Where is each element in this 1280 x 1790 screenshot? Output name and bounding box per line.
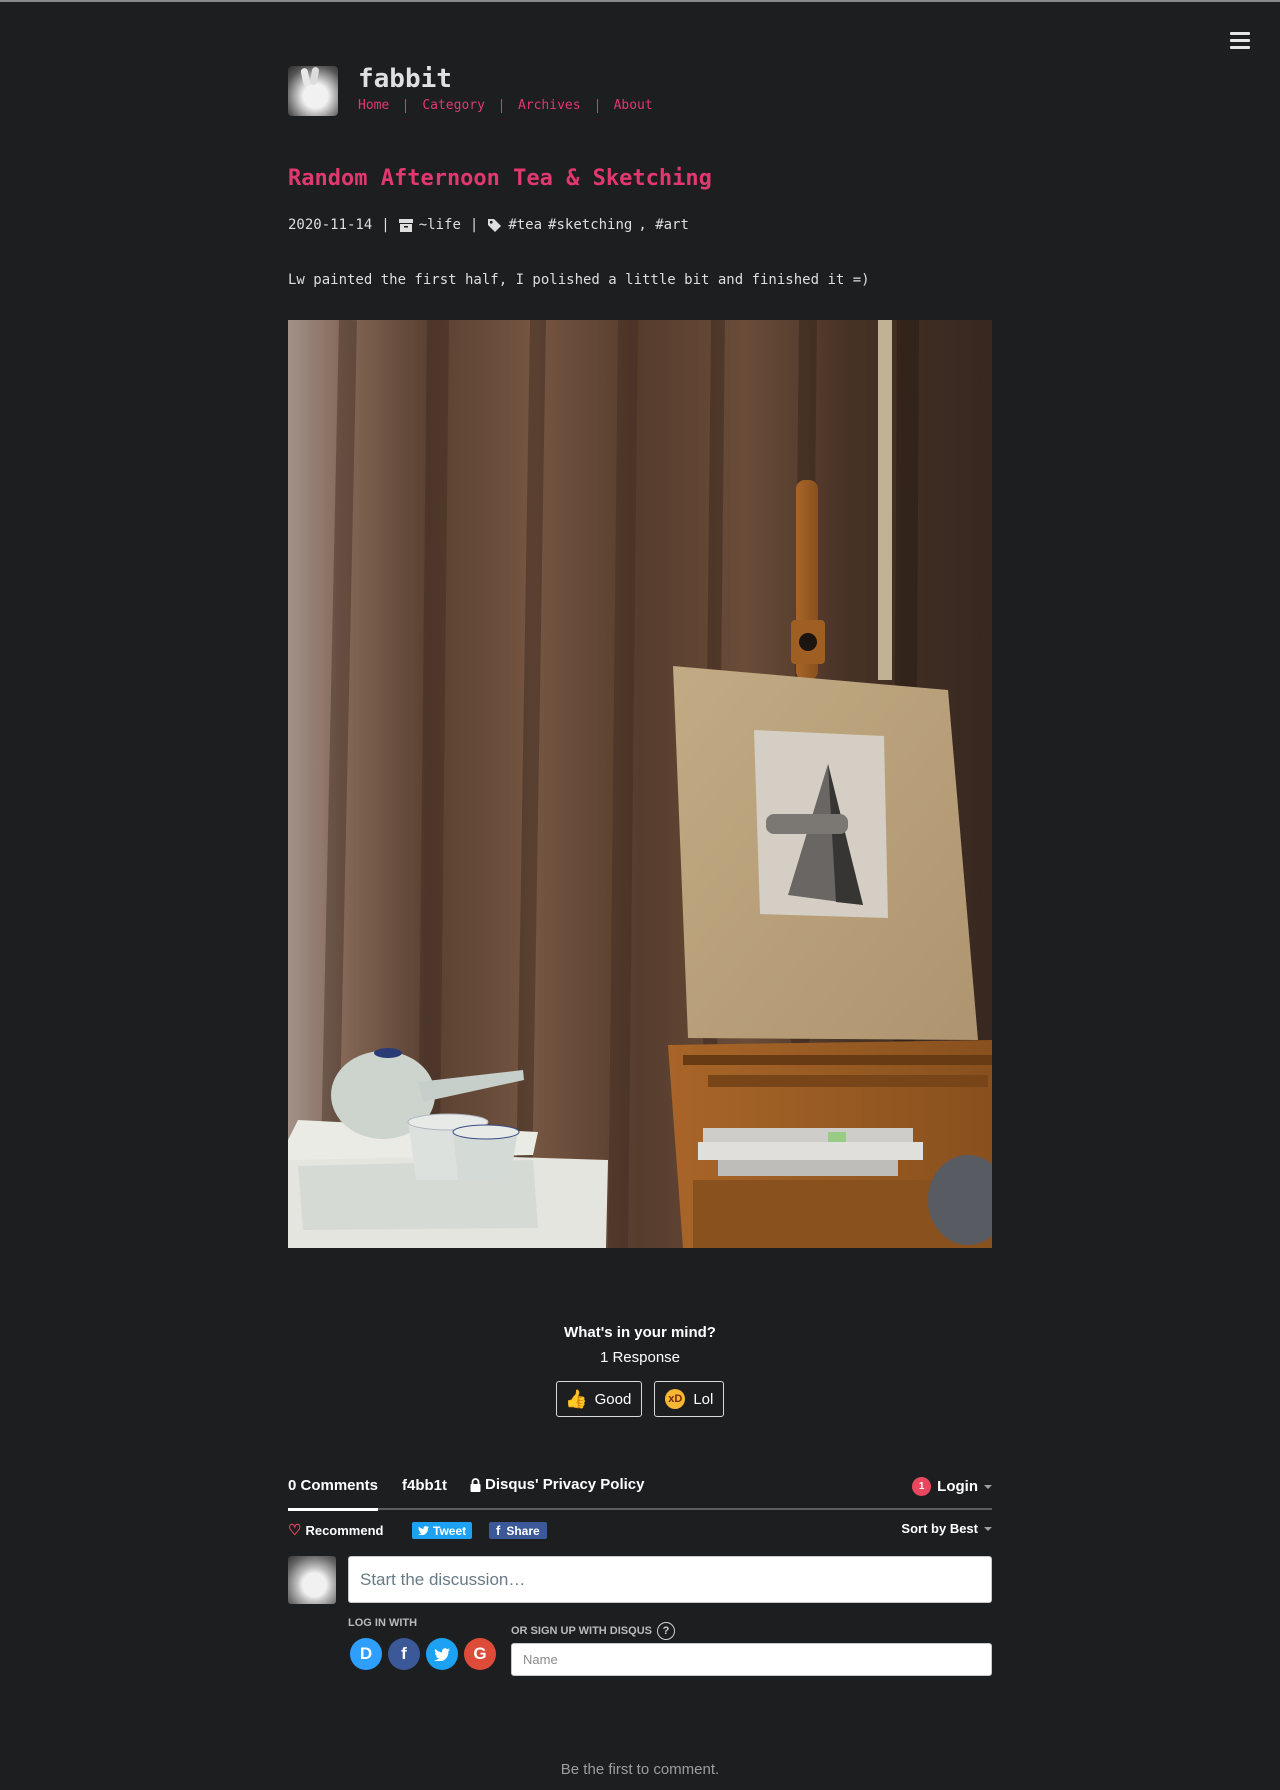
privacy-policy-link[interactable]: Disqus' Privacy Policy [470, 1476, 644, 1493]
twitter-icon[interactable] [426, 1638, 458, 1670]
reaction-label: Lol [693, 1390, 714, 1408]
main-nav: Home Category Archives About [358, 99, 669, 113]
name-field[interactable]: Name [511, 1643, 992, 1676]
tag-link[interactable]: #sketching [548, 217, 632, 233]
reaction-lol-button[interactable]: xD Lol [654, 1381, 725, 1417]
login-label: Login [937, 1478, 978, 1495]
tag-link[interactable]: , #art [638, 217, 689, 233]
reactions-count: 1 Response [599, 1349, 681, 1366]
reactions-title: What's in your mind? [564, 1324, 716, 1341]
privacy-policy-label: Disqus' Privacy Policy [485, 1476, 645, 1493]
empty-comments-message: Be the first to comment. [560, 1761, 720, 1778]
comments-tab-bar: 0 Comments f4bb1t Disqus' Privacy Policy… [288, 1472, 992, 1511]
tab-community[interactable]: f4bb1t [402, 1477, 447, 1494]
tweet-label: Tweet [433, 1523, 467, 1538]
laughing-face-icon: xD [665, 1389, 686, 1409]
comments-actions: ♡ Recommend Tweet f Share Sort by Best [288, 1510, 992, 1554]
disqus-icon[interactable]: D [350, 1638, 382, 1670]
comment-composer: Start the discussion… LOG IN WITH D f G … [288, 1554, 992, 1744]
meta-separator: | [381, 217, 390, 233]
signup-with-disqus-label: OR SIGN UP WITH DISQUS ? [511, 1622, 675, 1640]
user-avatar [288, 1556, 336, 1604]
heart-icon: ♡ [288, 1522, 302, 1539]
facebook-icon[interactable]: f [388, 1638, 420, 1670]
archive-box-icon [398, 218, 413, 232]
share-label: Share [506, 1523, 540, 1538]
post-date: 2020-11-14 [288, 217, 373, 233]
reaction-buttons: 👍 Good xD Lol [288, 1381, 992, 1417]
nav-about[interactable]: About [596, 99, 669, 113]
tweet-button[interactable]: Tweet [412, 1522, 473, 1539]
post-tags: #tea #sketching , #art [508, 217, 695, 233]
tag-icon [488, 218, 502, 232]
site-title[interactable]: fabbit [358, 64, 452, 94]
lock-icon [470, 1477, 481, 1492]
login-with-label: LOG IN WITH [348, 1617, 418, 1629]
thumbs-up-icon: 👍 [565, 1389, 588, 1409]
tag-link[interactable]: #tea [508, 217, 542, 233]
recommend-label: Recommend [305, 1522, 384, 1538]
photo-illustration [288, 320, 992, 1248]
chevron-down-icon [984, 1484, 992, 1489]
twitter-bird-glyph [434, 1647, 450, 1661]
facebook-icon: f [496, 1523, 501, 1538]
google-icon[interactable]: G [464, 1638, 496, 1670]
disqus-comments: 0 Comments f4bb1t Disqus' Privacy Policy… [288, 1472, 992, 1744]
top-border [0, 0, 1280, 2]
post-excerpt: Lw painted the first half, I polished a … [288, 272, 870, 288]
login-dropdown[interactable]: 1 Login [912, 1477, 992, 1496]
sort-label: Sort by Best [901, 1521, 978, 1536]
notification-badge: 1 [912, 1477, 932, 1496]
help-question-icon[interactable]: ? [656, 1622, 675, 1640]
reactions-panel: What's in your mind? 1 Response 👍 Good x… [288, 1324, 992, 1417]
site-logo-avatar[interactable] [288, 66, 338, 116]
social-login-buttons: D f G [350, 1638, 496, 1670]
tab-comments[interactable]: 0 Comments [288, 1477, 379, 1511]
nav-category[interactable]: Category [405, 99, 501, 113]
comment-input[interactable]: Start the discussion… [348, 1556, 992, 1603]
chevron-down-icon [984, 1526, 992, 1531]
nav-home[interactable]: Home [358, 99, 405, 113]
post-category-link[interactable]: ~life [419, 217, 461, 233]
post-title: Random Afternoon Tea & Sketching [288, 166, 712, 191]
signup-label-text: OR SIGN UP WITH DISQUS [511, 1625, 652, 1637]
reaction-label: Good [594, 1390, 632, 1408]
sort-dropdown[interactable]: Sort by Best [901, 1521, 992, 1536]
hamburger-menu-icon[interactable] [1230, 32, 1250, 50]
facebook-share-button[interactable]: f Share [489, 1522, 547, 1539]
meta-separator: | [469, 217, 479, 233]
nav-archives[interactable]: Archives [500, 99, 597, 113]
reaction-good-button[interactable]: 👍 Good [555, 1381, 643, 1417]
twitter-icon [418, 1526, 429, 1535]
recommend-button[interactable]: ♡ Recommend [288, 1521, 383, 1539]
post-photo-easel-and-tea [288, 320, 992, 1248]
post-meta: 2020-11-14 | ~life | #tea #sketching , #ar… [288, 217, 695, 233]
